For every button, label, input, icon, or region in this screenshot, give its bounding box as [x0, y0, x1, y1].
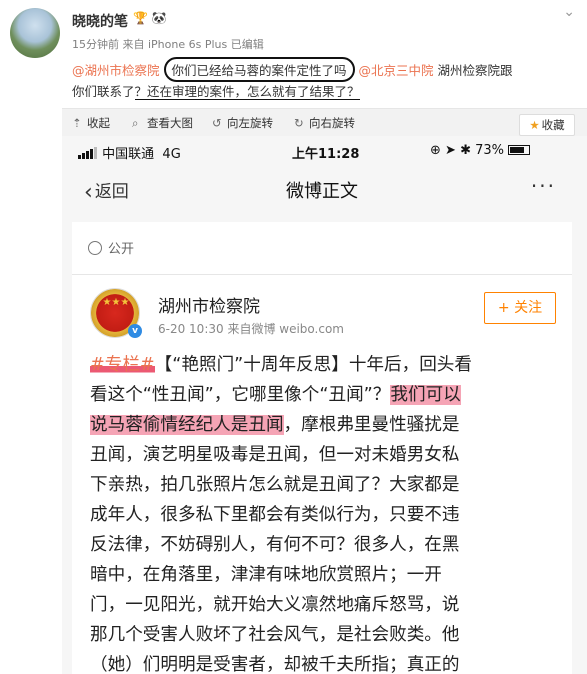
highlight: 我们可以 — [390, 385, 461, 405]
divider — [72, 274, 572, 275]
weibo-card: 公开 ★★★ v 湖州市检察院 6-20 10:30 来自微博 weibo.co… — [72, 222, 572, 674]
username[interactable]: 晓晓的笔 — [72, 11, 128, 31]
status-right: ⊕ ➤ ✱ 73% — [430, 143, 531, 158]
more-icon[interactable]: ··· — [531, 174, 556, 198]
body-line: 看这个“性丑闻”，它哪里像个“丑闻”？我们可以 — [90, 385, 461, 405]
view-large-button[interactable]: ⌕ 查看大图 — [132, 115, 193, 131]
post-text-line-2: 你们联系了？还在审理的案件，怎么就有了结果了？ — [72, 81, 360, 100]
highlight: 说马蓉偷情经纪人是丑闻 — [90, 415, 284, 435]
post-text-tail: 湖州检察院跟 — [433, 63, 513, 78]
post-body: #专栏#【“艳照门”十周年反思】十年后，回头看 看这个“性丑闻”，它哪里像个“丑… — [90, 350, 560, 674]
body-line: 反法律，不妨碍别人，有何不可？很多人，在黑 — [90, 535, 460, 555]
post-text-prefix: 你们联系了 — [72, 84, 135, 99]
avatar[interactable] — [10, 8, 60, 58]
image-toolbar: ⇡ 收起 ⌕ 查看大图 ↺ 向左旋转 ↻ 向右旋转 — [62, 108, 587, 136]
chevron-down-icon[interactable]: ⌄ — [563, 4, 575, 20]
magnifier-icon: ⌕ — [132, 116, 139, 130]
battery-icon — [508, 145, 531, 155]
mention-beijing[interactable]: @北京三中院 — [359, 63, 434, 78]
account-meta: 6-20 10:30 来自微博 weibo.com — [158, 322, 344, 336]
follow-button[interactable]: + 关注 — [484, 292, 556, 324]
circled-question: 你们已经给马蓉的案件定性了吗 — [163, 57, 355, 82]
rotate-left-icon: ↺ — [212, 116, 222, 130]
status-time: 上午11:28 — [292, 147, 360, 162]
collapse-icon: ⇡ — [72, 116, 82, 130]
body-line: （她）们明明是受害者，却被千夫所指；真正的 — [90, 655, 460, 674]
post-meta: 15分钟前 来自 iPhone 6s Plus 已编辑 — [72, 38, 264, 51]
rotate-left-button[interactable]: ↺ 向左旋转 — [212, 115, 273, 131]
body-line: 丑闻，演艺明星吸毒是丑闻，但一对未婚男女私 — [90, 445, 460, 465]
body-line: 成年人，很多私下里都会有类似行为，只要不违 — [90, 505, 460, 525]
carrier: 中国联通 4G — [78, 143, 181, 163]
body-line: 下亲热，拍几张照片怎么就是丑闻了？大家都是 — [90, 475, 460, 495]
phone-nav-bar: ‹ 返回 微博正文 ··· — [72, 170, 572, 210]
user-badges: 🏆 🐼 — [133, 11, 167, 25]
body-line: 那几个受害人败坏了社会风气，是社会败类。他 — [90, 625, 460, 645]
weibo-post: 晓晓的笔 🏆 🐼 ⌄ 15分钟前 来自 iPhone 6s Plus 已编辑 @… — [0, 0, 587, 108]
underlined-question: ？还在审理的案件，怎么就有了结果了？ — [134, 84, 360, 100]
account-name[interactable]: 湖州市检察院 — [158, 292, 260, 317]
rotate-right-button[interactable]: ↻ 向右旋转 — [294, 115, 355, 131]
signal-icon — [78, 147, 98, 163]
lock-rotation-icon: ⊕ — [430, 143, 441, 158]
bluetooth-icon: ✱ — [460, 143, 471, 158]
body-line: 说马蓉偷情经纪人是丑闻，摩根弗里曼性骚扰是 — [90, 415, 460, 435]
body-line: 暗中，在角落里，津津有味地欣赏照片；一开 — [90, 565, 442, 585]
post-text-line-1: @湖州市检察院 你们已经给马蓉的案件定性了吗 @北京三中院 湖州检察院跟 — [72, 57, 513, 82]
collapse-button[interactable]: ⇡ 收起 — [72, 115, 110, 131]
rotate-right-icon: ↻ — [294, 116, 304, 130]
favorite-button[interactable]: ★ 收藏 — [519, 114, 575, 136]
topic-tag[interactable]: #专栏# — [90, 355, 155, 375]
globe-icon — [88, 241, 102, 255]
location-icon: ➤ — [445, 143, 456, 158]
mention-huzhou[interactable]: @湖州市检察院 — [72, 63, 160, 78]
star-icon: ★ — [529, 118, 540, 132]
phone-status-bar: 中国联通 4G 上午11:28 ⊕ ➤ ✱ 73% — [78, 143, 568, 163]
body-line: 门，一见阳光，就开始大义凛然地痛斥怒骂，说 — [90, 595, 460, 615]
visibility: 公开 — [88, 238, 134, 257]
emblem-stars-icon: ★★★ — [102, 297, 130, 308]
body-line: #专栏#【“艳照门”十周年反思】十年后，回头看 — [90, 355, 472, 375]
verified-icon: v — [128, 324, 142, 338]
nav-title: 微博正文 — [286, 181, 358, 202]
